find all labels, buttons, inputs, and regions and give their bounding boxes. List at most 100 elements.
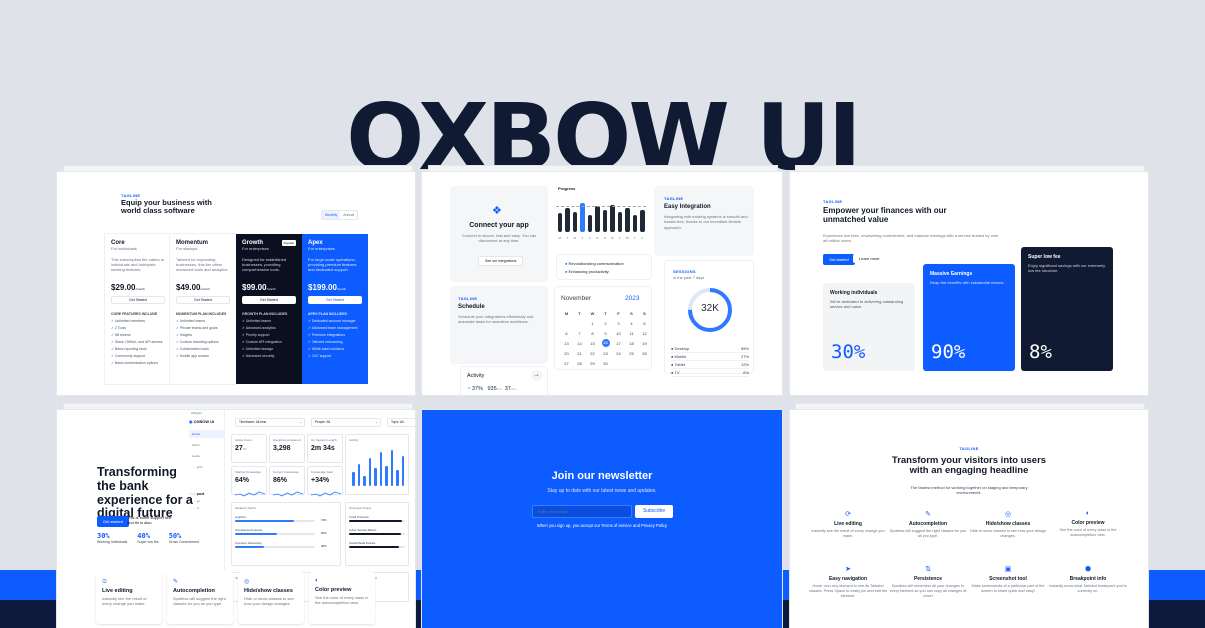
- calendar-day[interactable]: 9: [599, 331, 612, 336]
- plan-features: Unlimited members2 Tools5B tokensSlack, …: [111, 318, 165, 367]
- feature-icon: ✎: [173, 579, 179, 585]
- billing-toggle[interactable]: Monthly Annual: [321, 210, 359, 220]
- plan-sub: For enterprises: [242, 246, 269, 251]
- dashboard-card: ❖ Connect your app Connect in secure, fa…: [422, 172, 782, 395]
- calendar-day[interactable]: 1: [586, 321, 599, 326]
- subscribe-button[interactable]: Subscribe: [635, 505, 673, 518]
- calendar-day[interactable]: 3: [612, 321, 625, 326]
- plan-features: Dedicated account managerAdvanced team m…: [308, 318, 362, 360]
- calendar-day[interactable]: 8: [586, 331, 599, 336]
- calendar-day[interactable]: 30: [599, 361, 612, 366]
- feature-item: ▣ Screenshot tool Make screenshots of a pa…: [968, 565, 1048, 594]
- activity-bar: [374, 468, 377, 486]
- activity-chart: Activity: [345, 434, 409, 495]
- feature-item: ◐ Color preview See the color of every cla…: [1048, 510, 1128, 538]
- calendar-day[interactable]: 24: [612, 351, 625, 356]
- metric-card: Knowledge Gain +34%: [307, 466, 343, 497]
- plan-get-started-button[interactable]: Get Started: [242, 296, 296, 304]
- calendar-day[interactable]: 10: [612, 331, 625, 336]
- calendar-day[interactable]: 15: [586, 341, 599, 346]
- newsletter-subtitle: Stay up to date with our latest news and…: [547, 488, 657, 494]
- bank-stat: 30% Working Individuals: [97, 532, 128, 544]
- calendar-day[interactable]: 29: [586, 361, 599, 366]
- bank-get-started-button[interactable]: Get started: [97, 516, 129, 527]
- calendar-day[interactable]: 26: [638, 351, 651, 356]
- toggle-annual[interactable]: Annual: [340, 211, 357, 219]
- calendar-weekday: M: [564, 311, 569, 316]
- feature-icon: ⟳: [845, 511, 851, 518]
- plan-get-started-button[interactable]: Get Started: [176, 296, 230, 304]
- calendar-day[interactable]: 5: [638, 321, 651, 326]
- calendar-day[interactable]: 19: [638, 341, 651, 346]
- calendar-day[interactable]: 23: [599, 351, 612, 356]
- calendar-day[interactable]: 20: [560, 351, 573, 356]
- plan-price: $49.00/month: [176, 283, 210, 292]
- finance-learn-more-button[interactable]: Learn more: [853, 254, 886, 263]
- calendar-day[interactable]: 13: [560, 341, 573, 346]
- features-subtitle: The fastest method for working together …: [910, 485, 1028, 496]
- calendar-day[interactable]: 25: [625, 351, 638, 356]
- calendar-day[interactable]: 21: [573, 351, 586, 356]
- plan-get-started-button[interactable]: Get Started: [111, 296, 165, 304]
- sidebar-nav-item[interactable]: Goals: [189, 452, 224, 460]
- connect-desc: Connect in secure, fast and easy. You ca…: [461, 233, 537, 244]
- pricing-title: Equip your business with world class sof…: [121, 198, 212, 216]
- finance-get-started-button[interactable]: Get started: [823, 254, 855, 265]
- plan-core: Core For individuals This subscription tie…: [105, 234, 171, 384]
- plan-desc: Tailored for expanding businesses, this …: [176, 257, 229, 273]
- calendar-weekday: S: [630, 311, 633, 316]
- email-input[interactable]: [532, 505, 632, 518]
- stat-desc: Reap the benefits with substantial retur…: [930, 280, 1005, 285]
- calendar-day[interactable]: 18: [625, 341, 638, 346]
- progress-day-label: F: [641, 236, 644, 240]
- toggle-monthly[interactable]: Monthly: [322, 211, 341, 219]
- sidebar-nav-item[interactable]: Alerts: [189, 441, 224, 449]
- feature-title: Live editing: [102, 588, 133, 594]
- plan-price: $29.00/month: [111, 283, 145, 292]
- calendar-day[interactable]: 14: [573, 341, 586, 346]
- integrations-button[interactable]: See our integrations: [478, 256, 524, 266]
- feature-title: Persistence: [913, 576, 943, 582]
- calendar-day[interactable]: 11: [625, 331, 638, 336]
- stat-title: Working individuals: [830, 290, 878, 296]
- calendar-day[interactable]: 7: [573, 331, 586, 336]
- progress-bar: [602, 210, 607, 232]
- progress-day-label: W: [573, 236, 577, 240]
- arrow-right-icon[interactable]: →: [531, 370, 542, 381]
- calendar-day[interactable]: 28: [573, 361, 586, 366]
- activity-bar: [379, 452, 382, 486]
- plan-feature: Mobile app access: [176, 353, 230, 360]
- sparkline: [272, 491, 304, 497]
- topic-bar: [349, 546, 405, 548]
- filter-select[interactable]: People: All ⌄: [311, 418, 381, 427]
- calendar-day[interactable]: 6: [560, 331, 573, 336]
- progress-bar: [595, 206, 600, 232]
- calendar-day[interactable]: 27: [560, 361, 573, 366]
- plan-desc: For large-scale operations, providing pr…: [308, 257, 357, 273]
- metric-card: Av. Session Length 2m 34s: [307, 434, 343, 463]
- calendar-day[interactable]: 22: [586, 351, 599, 356]
- integration-title: Easy Integration: [664, 204, 711, 210]
- feature-icon: ◐: [315, 578, 319, 584]
- sidebar-nav-item[interactable]: Home: [189, 430, 224, 438]
- calendar-day[interactable]: 17: [612, 341, 625, 346]
- chevron-down-icon: ⌄: [299, 420, 302, 424]
- calendar-day[interactable]: 2: [599, 321, 612, 326]
- filter-select[interactable]: Topic: All⌄: [387, 418, 415, 427]
- calendar-day[interactable]: 12: [638, 331, 651, 336]
- activity-bar: [363, 476, 366, 486]
- calendar-day[interactable]: 16: [601, 339, 610, 347]
- filter-select[interactable]: Timeframe: All-time ⌄: [235, 418, 305, 427]
- plan-get-started-button[interactable]: Get Started: [308, 296, 362, 304]
- topic-bar: 74%: [235, 518, 327, 522]
- calendar-day[interactable]: 4: [625, 321, 638, 326]
- bank-feature-card: ✎ Autocompletion Spotless will suggest the…: [167, 572, 233, 624]
- activity-bar: [401, 456, 404, 486]
- integration-desc: Integrating with existing systems is smo…: [664, 214, 748, 230]
- progress-day-label: F: [588, 236, 591, 240]
- plan-feature: Basic customization options: [111, 360, 165, 367]
- progress-bar: [580, 203, 585, 232]
- feature-item: ➤ Easy navigation Hover over any element t…: [808, 565, 888, 599]
- progress-bar: [632, 215, 637, 232]
- plan-feature: Collaboration tools: [176, 346, 230, 353]
